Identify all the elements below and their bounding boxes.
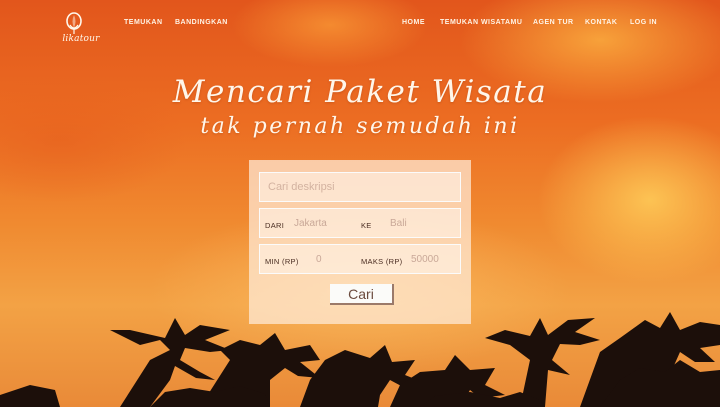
nav-temukan[interactable]: TEMUKAN: [124, 19, 163, 26]
search-submit-button[interactable]: Cari: [330, 284, 394, 305]
max-price-label: MAKS (RP): [361, 257, 403, 266]
logo-text: likatour: [62, 34, 100, 44]
nav-home[interactable]: HOME: [402, 19, 425, 26]
nav-agen-tur[interactable]: AGEN TUR: [533, 19, 574, 26]
min-price-label: MIN (RP): [265, 257, 299, 266]
to-label: KE: [361, 221, 372, 230]
brand-logo[interactable]: likatour: [56, 12, 106, 46]
balloon-logo-icon: [66, 12, 82, 34]
from-input[interactable]: [294, 215, 356, 231]
location-field: DARI KE: [259, 208, 461, 238]
search-panel: DARI KE MIN (RP) MAKS (RP) Cari: [249, 160, 471, 324]
nav-temukan-wisatamu[interactable]: TEMUKAN WISATAMU: [440, 19, 522, 26]
hero-headline: Mencari Paket Wisata: [172, 74, 548, 110]
description-field: [259, 172, 461, 202]
hero-subheadline: tak pernah semudah ini: [200, 114, 520, 139]
to-input[interactable]: [390, 215, 456, 231]
from-label: DARI: [265, 221, 285, 230]
min-price-input[interactable]: [316, 251, 356, 267]
description-search-input[interactable]: [260, 173, 450, 201]
nav-kontak[interactable]: KONTAK: [585, 19, 617, 26]
max-price-input[interactable]: [411, 251, 457, 267]
nav-log-in[interactable]: LOG IN: [630, 19, 657, 26]
price-field: MIN (RP) MAKS (RP): [259, 244, 461, 274]
nav-bandingkan[interactable]: BANDINGKAN: [175, 19, 228, 26]
